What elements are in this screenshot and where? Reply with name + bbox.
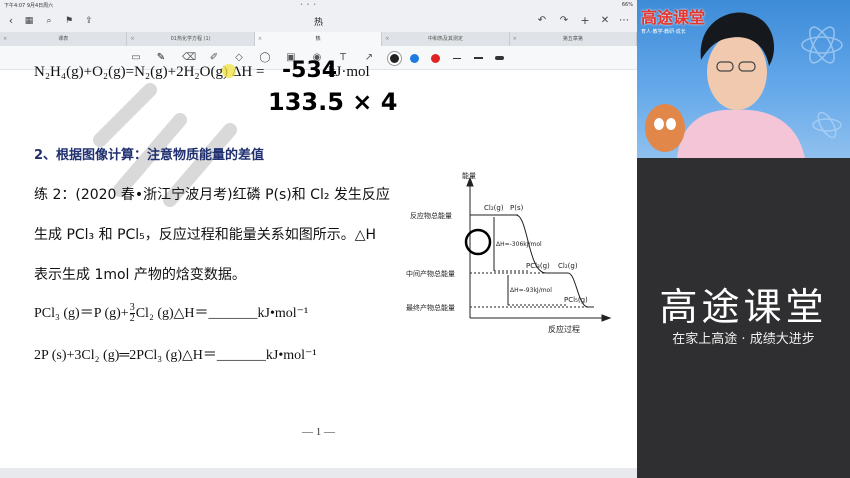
level-reactant-label: 反应物总能量 xyxy=(410,211,452,220)
tab-neutralization-heat[interactable]: × 中和热及其测定 xyxy=(382,32,510,46)
tab-chapter-five[interactable]: × 第五章第 xyxy=(510,32,637,46)
level-final-label: 最终产物总能量 xyxy=(406,303,455,312)
equation-1-blank: _______ xyxy=(208,306,258,321)
pen-color-black[interactable] xyxy=(390,54,399,63)
status-time: 下午4:07 9月4日周六 xyxy=(4,3,54,9)
stroke-width-thick[interactable] xyxy=(495,56,504,60)
problem-line-3: 表示生成 1mol 产物的焓变数据。 xyxy=(34,267,246,283)
problem-line-2: 生成 PCl₃ 和 PCl₅，反应过程和能量关系如图所示。△H xyxy=(34,227,377,243)
more-icon[interactable]: ⋯ xyxy=(617,14,631,28)
bottom-scrollbar[interactable] xyxy=(0,468,637,478)
eraser-icon[interactable]: ⌫ xyxy=(182,52,196,64)
status-dots: • • • xyxy=(300,2,318,8)
document-page: N₂H₄(g)+O₂(g)=N₂(g)+2H₂O(g) ΔH = kJ·mol … xyxy=(0,58,637,468)
tab-thermo-equation[interactable]: × 01热化学方程 (1) xyxy=(127,32,255,46)
teacher-shirt xyxy=(677,109,805,158)
x-axis-label: 反应过程 xyxy=(548,324,580,334)
equation-1-fraction: 32 xyxy=(129,302,135,325)
species-mid-a: PCl₃(g) xyxy=(526,262,550,270)
species-bottom: PCl₅(g) xyxy=(564,296,588,304)
close-icon[interactable]: ✕ xyxy=(598,14,612,28)
brand-panel: 高途课堂 在家上高途 · 成绩大进步 xyxy=(637,158,850,478)
equation-2-blank: _______ xyxy=(216,348,266,363)
pen-icon[interactable]: ✎ xyxy=(155,52,167,64)
tab-close-icon[interactable]: × xyxy=(385,32,389,46)
tab-bar: × 课表 × 01热化学方程 (1) × 热 × 中和热及其测定 × 第五章第 xyxy=(0,32,637,46)
tab-schedule[interactable]: × 课表 xyxy=(0,32,128,46)
lasso-icon[interactable]: ◯ xyxy=(259,52,271,64)
equation-1-unit: kJ•mol⁻¹ xyxy=(257,306,309,321)
x-axis-arrow xyxy=(601,314,612,322)
delta-h-2: ΔH=-93kJ/mol xyxy=(510,287,552,294)
species-top-a: Cl₂(g) xyxy=(484,204,504,212)
mascot-toy xyxy=(645,104,685,152)
tab-close-icon[interactable]: × xyxy=(130,32,134,46)
tab-close-icon[interactable]: × xyxy=(513,32,517,46)
tab-close-icon[interactable]: × xyxy=(258,32,262,46)
video-panel: 高途课堂 育人·教学·教研·成长 高途课堂 在家上高途 · 成绩大进步 xyxy=(637,0,850,478)
species-top-b: P(s) xyxy=(510,204,524,212)
delta-h-1: ΔH=-306kJ/mol xyxy=(496,241,542,248)
tab-close-icon[interactable]: × xyxy=(3,32,7,46)
species-mid-b: Cl₂(g) xyxy=(558,262,578,270)
level-intermediate-label: 中间产物总能量 xyxy=(406,269,455,278)
stroke-width-thin[interactable] xyxy=(453,58,461,59)
brand-slogan: 在家上高途 · 成绩大进步 xyxy=(672,332,815,347)
status-bar: 下午4:07 9月4日周六 • • • 66% xyxy=(0,0,637,10)
tab-heat[interactable]: × 热 xyxy=(254,32,383,46)
section-heading: 2、根据图像计算：注意物质能量的差值 xyxy=(34,148,265,163)
document-app: 下午4:07 9月4日周六 • • • 66% ‹ ▦ ⌕ ⚑ ⇪ 热 ↶ ↷ … xyxy=(0,0,637,478)
brand-logo: 高途课堂 育人·教学·教研·成长 xyxy=(641,8,706,35)
page-thumbnails-icon[interactable]: ▭ xyxy=(130,52,142,64)
handwriting-calculation: 133.5 × 4 xyxy=(268,88,398,116)
shapes-icon[interactable]: ◇ xyxy=(233,52,245,64)
title-bar: ‹ ▦ ⌕ ⚑ ⇪ 热 ↶ ↷ + ✕ ⋯ xyxy=(0,10,637,32)
page-number: — 1 — xyxy=(302,426,335,438)
highlighter-icon[interactable]: ✐ xyxy=(208,52,220,64)
stroke-width-medium[interactable] xyxy=(474,57,483,59)
highlight-mark xyxy=(222,64,236,78)
pen-color-red[interactable] xyxy=(431,54,440,63)
pointer-icon[interactable]: ↗ xyxy=(363,52,375,64)
equation-1-right: Cl₂ (g)△H＝ xyxy=(135,306,209,321)
equation-1-left: PCl₃ (g)＝P (g)+ xyxy=(34,306,129,321)
add-icon[interactable]: + xyxy=(578,14,592,28)
battery-level: 66% xyxy=(621,2,633,8)
brand-title: 高途课堂 xyxy=(659,285,828,329)
equation-1: PCl₃ (g)＝P (g)+ 3 2 Cl₂ (g)△H＝_______kJ•mol… xyxy=(34,302,308,324)
equation-2-unit: kJ•mol⁻¹ xyxy=(265,348,317,363)
y-axis-label: 能量 xyxy=(462,171,476,180)
problem-line-1: 练 2：(2020 春•浙江宁波月考)红磷 P(s)和 Cl₂ 发生反应 xyxy=(34,187,390,203)
screen: 下午4:07 9月4日周六 • • • 66% ‹ ▦ ⌕ ⚑ ⇪ 热 ↶ ↷ … xyxy=(0,0,850,478)
energy-diagram: 能量 反应过程 反应物总能量 中间产物总能量 最终产物总能量 Cl₂(g) P(… xyxy=(406,171,612,334)
undo-icon[interactable]: ↶ xyxy=(535,14,549,28)
teacher-face xyxy=(707,34,767,110)
equation-2-left: 2P (s)+3Cl₂ (g)═2PCl₃ (g)△H＝ xyxy=(34,348,217,363)
text-tool-icon[interactable]: T xyxy=(337,52,349,64)
equation-2: 2P (s)+3Cl₂ (g)═2PCl₃ (g)△H＝_______kJ•mo… xyxy=(34,344,317,364)
handwriting-answer: -534 xyxy=(282,58,338,83)
redo-icon[interactable]: ↷ xyxy=(557,14,571,28)
pen-color-blue[interactable] xyxy=(410,54,419,63)
teacher-camera-feed: 高途课堂 育人·教学·教研·成长 xyxy=(637,0,850,158)
